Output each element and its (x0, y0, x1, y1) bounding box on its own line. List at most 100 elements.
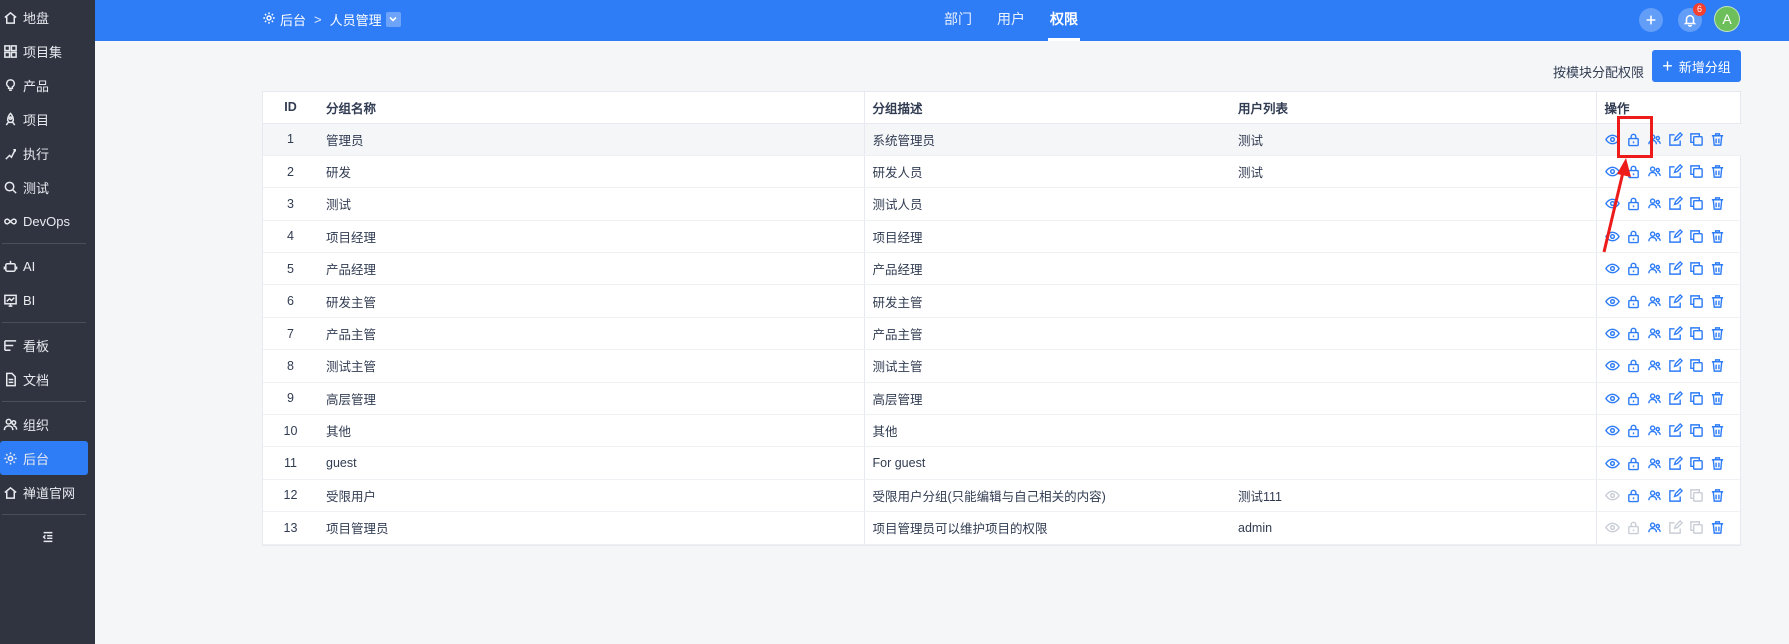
sidebar-item-5[interactable]: 测试 (0, 170, 95, 204)
edit-action-button[interactable] (1668, 228, 1684, 244)
copy-action-button[interactable] (1689, 164, 1705, 180)
copy-action-button[interactable] (1689, 326, 1705, 342)
sidebar-item-10[interactable]: 文档 (0, 362, 95, 396)
cell-group-name: 研发 (318, 155, 864, 189)
sidebar-item-4[interactable]: 执行 (0, 136, 95, 170)
sidebar-item-11[interactable]: 组织 (0, 407, 95, 441)
privilege-action-button[interactable] (1626, 326, 1642, 342)
edit-action-button[interactable] (1668, 131, 1684, 147)
delete-action-button[interactable] (1710, 455, 1726, 471)
members-action-button[interactable] (1647, 487, 1663, 503)
sidebar-item-12[interactable]: 后台 (0, 441, 88, 475)
privilege-action-button[interactable] (1626, 487, 1642, 503)
view-action-button[interactable] (1605, 261, 1621, 277)
edit-action-button[interactable] (1668, 293, 1684, 309)
sidebar-item-1[interactable]: 项目集 (0, 34, 95, 68)
view-action-button[interactable] (1605, 358, 1621, 374)
sidebar-item-3[interactable]: 项目 (0, 102, 95, 136)
edit-action-button[interactable] (1668, 261, 1684, 277)
view-action-button[interactable] (1605, 455, 1621, 471)
add-circle-button[interactable] (1639, 8, 1663, 32)
delete-action-button[interactable] (1710, 358, 1726, 374)
collapse-sidebar-button[interactable] (0, 520, 95, 554)
gear-icon (2, 450, 18, 466)
members-action-button[interactable] (1647, 261, 1663, 277)
column-header-id[interactable]: ID (263, 92, 318, 124)
view-action-button[interactable] (1605, 326, 1621, 342)
cell-actions (1595, 317, 1742, 351)
view-action-button[interactable] (1605, 293, 1621, 309)
copy-action-button[interactable] (1689, 196, 1705, 212)
delete-action-button[interactable] (1710, 164, 1726, 180)
sidebar-item-13[interactable]: 禅道官网 (0, 475, 95, 509)
tab-department[interactable]: 部门 (942, 0, 974, 41)
members-action-button[interactable] (1647, 164, 1663, 180)
copy-action-button[interactable] (1689, 390, 1705, 406)
edit-action-button[interactable] (1668, 164, 1684, 180)
cell-group-name: 产品主管 (318, 317, 864, 351)
members-action-button[interactable] (1647, 390, 1663, 406)
edit-action-button[interactable] (1668, 487, 1684, 503)
members-action-button[interactable] (1647, 326, 1663, 342)
members-action-button[interactable] (1647, 520, 1663, 536)
edit-action-button[interactable] (1668, 326, 1684, 342)
delete-action-button[interactable] (1710, 390, 1726, 406)
delete-action-button[interactable] (1710, 293, 1726, 309)
edit-action-button[interactable] (1668, 423, 1684, 439)
copy-action-button[interactable] (1689, 423, 1705, 439)
delete-action-button[interactable] (1710, 196, 1726, 212)
tab-permissions[interactable]: 权限 (1048, 0, 1080, 41)
copy-action-button[interactable] (1689, 293, 1705, 309)
tab-users[interactable]: 用户 (995, 0, 1027, 41)
privilege-action-button[interactable] (1626, 293, 1642, 309)
copy-action-button[interactable] (1689, 261, 1705, 277)
add-group-button[interactable]: + 新增分组 (1652, 50, 1741, 82)
breadcrumb-current[interactable]: 人员管理 (330, 10, 382, 29)
sidebar-item-2[interactable]: 产品 (0, 68, 95, 102)
sidebar-item-0[interactable]: 地盘 (0, 0, 95, 34)
copy-action-button[interactable] (1689, 358, 1705, 374)
edit-action-button[interactable] (1668, 455, 1684, 471)
lock-icon (1628, 392, 1639, 406)
avatar[interactable]: A (1714, 6, 1740, 32)
cell-group-name: 研发主管 (318, 284, 864, 318)
members-action-button[interactable] (1647, 358, 1663, 374)
delete-action-button[interactable] (1710, 520, 1726, 536)
column-header-desc: 分组描述 (863, 92, 1230, 124)
delete-action-button[interactable] (1710, 131, 1726, 147)
delete-action-button[interactable] (1710, 228, 1726, 244)
edit-action-button[interactable] (1668, 196, 1684, 212)
delete-action-button[interactable] (1710, 487, 1726, 503)
privilege-action-button[interactable] (1626, 423, 1642, 439)
edit-action-button[interactable] (1668, 390, 1684, 406)
sidebar-item-9[interactable]: 看板 (0, 328, 95, 362)
sidebar-item-8[interactable]: BI (0, 283, 95, 317)
members-action-button[interactable] (1647, 455, 1663, 471)
notification-button[interactable]: 6 (1678, 3, 1706, 32)
sidebar-item-7[interactable]: AI (0, 249, 95, 283)
delete-action-button[interactable] (1710, 261, 1726, 277)
members-action-button[interactable] (1647, 228, 1663, 244)
copy-action-button[interactable] (1689, 228, 1705, 244)
chevron-down-icon[interactable] (385, 11, 401, 27)
privilege-action-button[interactable] (1626, 455, 1642, 471)
column-header-name[interactable]: 分组名称 (318, 92, 864, 124)
delete-action-button[interactable] (1710, 326, 1726, 342)
delete-action-button[interactable] (1710, 423, 1726, 439)
copy-action-button[interactable] (1689, 131, 1705, 147)
copy-icon (1690, 391, 1703, 405)
privilege-action-button[interactable] (1626, 261, 1642, 277)
edit-action-button[interactable] (1668, 358, 1684, 374)
breadcrumb-root[interactable]: 后台 (280, 10, 306, 29)
copy-action-button[interactable] (1689, 455, 1705, 471)
sidebar-item-6[interactable]: DevOps (0, 204, 95, 238)
privilege-action-button[interactable] (1626, 390, 1642, 406)
view-action-button[interactable] (1605, 423, 1621, 439)
view-action-button[interactable] (1605, 390, 1621, 406)
members-action-button[interactable] (1647, 196, 1663, 212)
members-action-button[interactable] (1647, 293, 1663, 309)
members-action-button[interactable] (1647, 423, 1663, 439)
privilege-action-button[interactable] (1626, 358, 1642, 374)
table-row: 7 产品主管 产品主管 (263, 317, 1742, 351)
assign-by-module-link[interactable]: 按模块分配权限 (1553, 57, 1644, 89)
